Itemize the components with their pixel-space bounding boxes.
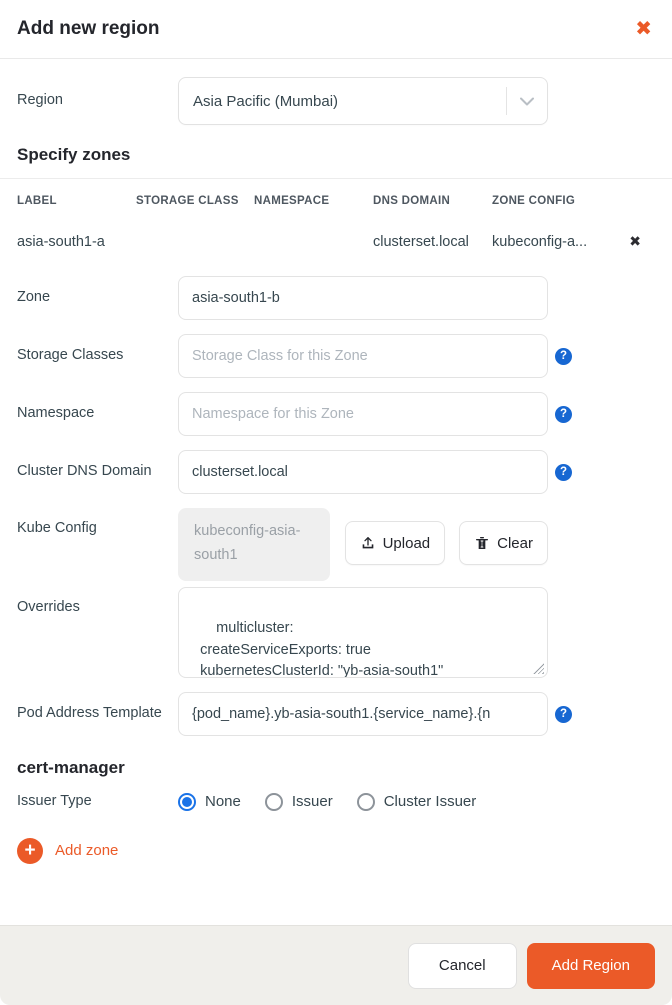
zone-input[interactable] [178, 276, 548, 320]
radio-none[interactable]: None [178, 792, 241, 811]
issuer-type-label: Issuer Type [17, 793, 92, 809]
overrides-content: multicluster: createServiceExports: true… [200, 619, 444, 678]
kube-config-label: Kube Config [17, 520, 97, 536]
delete-zone-icon[interactable]: ✖ [629, 233, 655, 250]
add-region-modal: Add new region ✖ Region Asia Pacific (Mu… [0, 0, 672, 1005]
namespace-label: Namespace [17, 405, 95, 422]
col-namespace: NAMESPACE [254, 195, 330, 207]
region-select[interactable]: Asia Pacific (Mumbai) [178, 77, 548, 125]
dns-domain-input[interactable] [178, 450, 548, 494]
cell-label: asia-south1-a [17, 233, 105, 250]
dns-domain-label: Cluster DNS Domain [17, 463, 152, 480]
overrides-label: Overrides [17, 599, 80, 615]
upload-button[interactable]: Upload [344, 521, 446, 565]
trash-icon [476, 537, 489, 549]
storage-classes-input[interactable] [178, 334, 548, 378]
overrides-row: Overrides multicluster: createServiceExp… [0, 587, 672, 678]
plus-icon: + [17, 837, 43, 864]
radio-icon [178, 792, 196, 811]
upload-button-label: Upload [382, 534, 431, 552]
dns-domain-row: Cluster DNS Domain ? [0, 450, 672, 494]
clear-button-label: Clear [497, 534, 533, 552]
namespace-input[interactable] [178, 392, 548, 436]
upload-icon [362, 537, 373, 549]
close-icon[interactable]: ✖ [635, 19, 652, 39]
modal-header: Add new region ✖ [0, 0, 672, 59]
table-row: asia-south1-a clusterset.local kubeconfi… [0, 233, 672, 250]
kube-config-actions: Upload Clear [344, 521, 548, 565]
kube-config-row: Kube Config kubeconfig-asia-south1 Uploa… [0, 508, 672, 581]
radio-icon [264, 792, 283, 811]
col-label: LABEL [17, 195, 57, 207]
overrides-textarea[interactable]: multicluster: createServiceExports: true… [178, 587, 548, 678]
zone-label: Zone [17, 289, 51, 306]
add-region-button[interactable]: Add Region [526, 942, 655, 989]
cell-zone-config: kubeconfig-a... [492, 233, 588, 250]
radio-issuer[interactable]: Issuer [264, 792, 333, 811]
modal-footer: Cancel Add Region [0, 925, 672, 1005]
radio-issuer-label: Issuer [291, 793, 333, 811]
radio-cluster-issuer-label: Cluster Issuer [383, 793, 477, 811]
help-icon[interactable]: ? [555, 405, 572, 423]
issuer-type-row: Issuer Type None Issuer Cluster Issuer [0, 792, 672, 812]
clear-button[interactable]: Clear [459, 521, 548, 565]
modal-title: Add new region [17, 18, 160, 39]
radio-cluster-issuer[interactable]: Cluster Issuer [356, 792, 477, 811]
help-icon[interactable]: ? [555, 347, 572, 365]
pod-address-template-label: Pod Address Template [17, 705, 162, 722]
pod-address-template-row: Pod Address Template ? [0, 692, 672, 736]
radio-none-label: None [205, 793, 241, 811]
region-row: Region Asia Pacific (Mumbai) [0, 77, 672, 125]
region-label: Region [17, 92, 63, 109]
zones-table-header: LABEL STORAGE CLASS NAMESPACE DNS DOMAIN… [0, 195, 672, 207]
col-zone-config: ZONE CONFIG [492, 195, 576, 207]
zone-row: Zone [0, 276, 672, 320]
storage-classes-row: Storage Classes ? [0, 334, 672, 378]
col-storage-class: STORAGE CLASS [136, 195, 239, 207]
add-zone-label: Add zone [55, 842, 119, 860]
col-dns-domain: DNS DOMAIN [373, 195, 451, 207]
cancel-button[interactable]: Cancel [407, 942, 517, 989]
divider [0, 178, 672, 179]
region-select-value: Asia Pacific (Mumbai) [193, 92, 339, 110]
help-icon[interactable]: ? [555, 705, 572, 723]
cell-dns-domain: clusterset.local [373, 233, 469, 250]
storage-classes-label: Storage Classes [17, 347, 124, 364]
cert-manager-heading: cert-manager [17, 758, 125, 777]
specify-zones-heading: Specify zones [17, 145, 131, 164]
help-icon[interactable]: ? [555, 463, 572, 481]
pod-address-template-input[interactable] [178, 692, 548, 736]
namespace-row: Namespace ? [0, 392, 672, 436]
resize-handle[interactable] [533, 663, 544, 674]
kube-config-control: kubeconfig-asia-south1 Upload Clear [178, 508, 548, 581]
add-zone-button[interactable]: + Add zone [0, 837, 672, 864]
kube-config-filename: kubeconfig-asia-south1 [178, 508, 330, 581]
chevron-down-icon[interactable] [507, 97, 547, 106]
radio-icon [356, 792, 375, 811]
issuer-type-radio-group: None Issuer Cluster Issuer [178, 792, 477, 811]
